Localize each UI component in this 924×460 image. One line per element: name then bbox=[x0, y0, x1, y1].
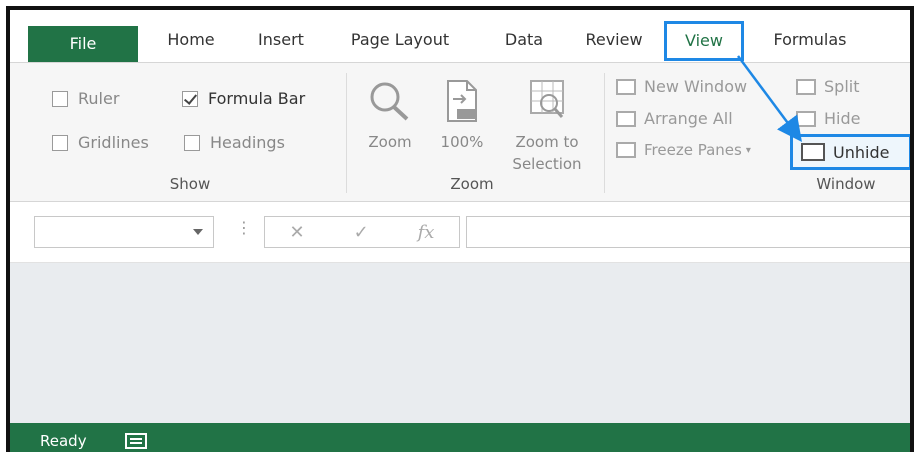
insert-function-icon[interactable]: fx bbox=[418, 222, 435, 243]
hide-label: Hide bbox=[824, 109, 861, 128]
tab-file[interactable]: File bbox=[28, 26, 138, 62]
tab-insert[interactable]: Insert bbox=[246, 24, 316, 56]
ruler-checkbox[interactable]: Ruler bbox=[52, 89, 119, 108]
zoom-100-button[interactable]: 100% bbox=[434, 79, 490, 151]
zoom-group-label: Zoom bbox=[450, 175, 494, 193]
checkbox-icon bbox=[52, 134, 68, 151]
new-window-icon bbox=[616, 78, 636, 95]
group-divider bbox=[604, 73, 605, 193]
dropdown-caret-icon: ▾ bbox=[745, 144, 751, 156]
new-window-button[interactable]: New Window bbox=[616, 77, 747, 96]
unhide-label: Unhide bbox=[833, 142, 890, 162]
freeze-panes-button[interactable]: Freeze Panes ▾ bbox=[616, 141, 751, 159]
zoom-selection-icon bbox=[530, 80, 564, 118]
checkbox-icon bbox=[52, 90, 68, 107]
zoom-to-selection-button[interactable]: Zoom to Selection bbox=[502, 79, 592, 173]
tab-review[interactable]: Review bbox=[576, 24, 652, 56]
excel-window: File Home Insert Page Layout Data Review… bbox=[6, 6, 914, 452]
headings-checkbox[interactable]: Headings bbox=[184, 133, 285, 152]
enter-icon[interactable]: ✓ bbox=[354, 222, 369, 243]
tab-data[interactable]: Data bbox=[494, 24, 554, 56]
zoom-100-label: 100% bbox=[440, 133, 484, 151]
hide-icon bbox=[796, 110, 816, 127]
new-window-label: New Window bbox=[644, 77, 748, 96]
zoom-button[interactable]: Zoom bbox=[358, 79, 422, 151]
unhide-icon bbox=[801, 143, 825, 161]
freeze-panes-icon bbox=[616, 142, 636, 158]
split-label: Split bbox=[824, 77, 860, 96]
checkbox-icon bbox=[184, 134, 200, 151]
magnifier-icon bbox=[370, 82, 409, 121]
headings-label: Headings bbox=[210, 133, 285, 152]
split-icon bbox=[796, 78, 816, 95]
worksheet-area[interactable] bbox=[10, 263, 910, 423]
status-ready: Ready bbox=[40, 432, 87, 450]
freeze-panes-label: Freeze Panes bbox=[644, 141, 742, 159]
status-bar: Ready bbox=[10, 423, 910, 452]
tab-page-layout[interactable]: Page Layout bbox=[340, 24, 460, 56]
cancel-icon[interactable]: ✕ bbox=[289, 222, 304, 243]
chevron-down-icon[interactable] bbox=[193, 229, 203, 235]
gridlines-label: Gridlines bbox=[78, 133, 149, 152]
tab-view[interactable]: View bbox=[664, 21, 744, 61]
zoom-to-label: Zoom to bbox=[515, 133, 579, 151]
show-group-label: Show bbox=[169, 175, 211, 193]
unhide-button[interactable]: Unhide bbox=[790, 134, 910, 170]
grip-icon: ⋮ bbox=[236, 218, 252, 237]
hide-button[interactable]: Hide bbox=[796, 109, 860, 128]
split-button[interactable]: Split bbox=[796, 77, 859, 96]
formula-bar-label: Formula Bar bbox=[208, 89, 306, 108]
formula-input[interactable] bbox=[466, 216, 910, 248]
arrange-all-label: Arrange All bbox=[644, 109, 733, 128]
formula-buttons: ✕ ✓ fx bbox=[264, 216, 460, 248]
group-divider bbox=[346, 73, 347, 193]
formula-bar: ⋮ ✕ ✓ fx bbox=[10, 202, 910, 263]
ribbon-tabs: File Home Insert Page Layout Data Review… bbox=[10, 10, 910, 62]
tab-formulas[interactable]: Formulas bbox=[762, 24, 858, 56]
arrange-all-icon bbox=[616, 110, 636, 127]
tab-home[interactable]: Home bbox=[156, 24, 226, 56]
name-box[interactable] bbox=[34, 216, 214, 248]
ruler-label: Ruler bbox=[78, 89, 120, 108]
arrange-all-button[interactable]: Arrange All bbox=[616, 109, 733, 128]
page-100-icon bbox=[447, 80, 477, 122]
zoom-label: Zoom bbox=[368, 133, 412, 151]
ribbon: Ruler Formula Bar Gridlines Headings Sho… bbox=[10, 62, 910, 202]
window-group-label: Window bbox=[816, 175, 876, 193]
macro-record-icon[interactable] bbox=[124, 433, 147, 449]
checkbox-checked-icon bbox=[182, 90, 198, 107]
gridlines-checkbox[interactable]: Gridlines bbox=[52, 133, 149, 152]
selection-label: Selection bbox=[512, 155, 582, 173]
formula-bar-checkbox[interactable]: Formula Bar bbox=[182, 89, 305, 108]
